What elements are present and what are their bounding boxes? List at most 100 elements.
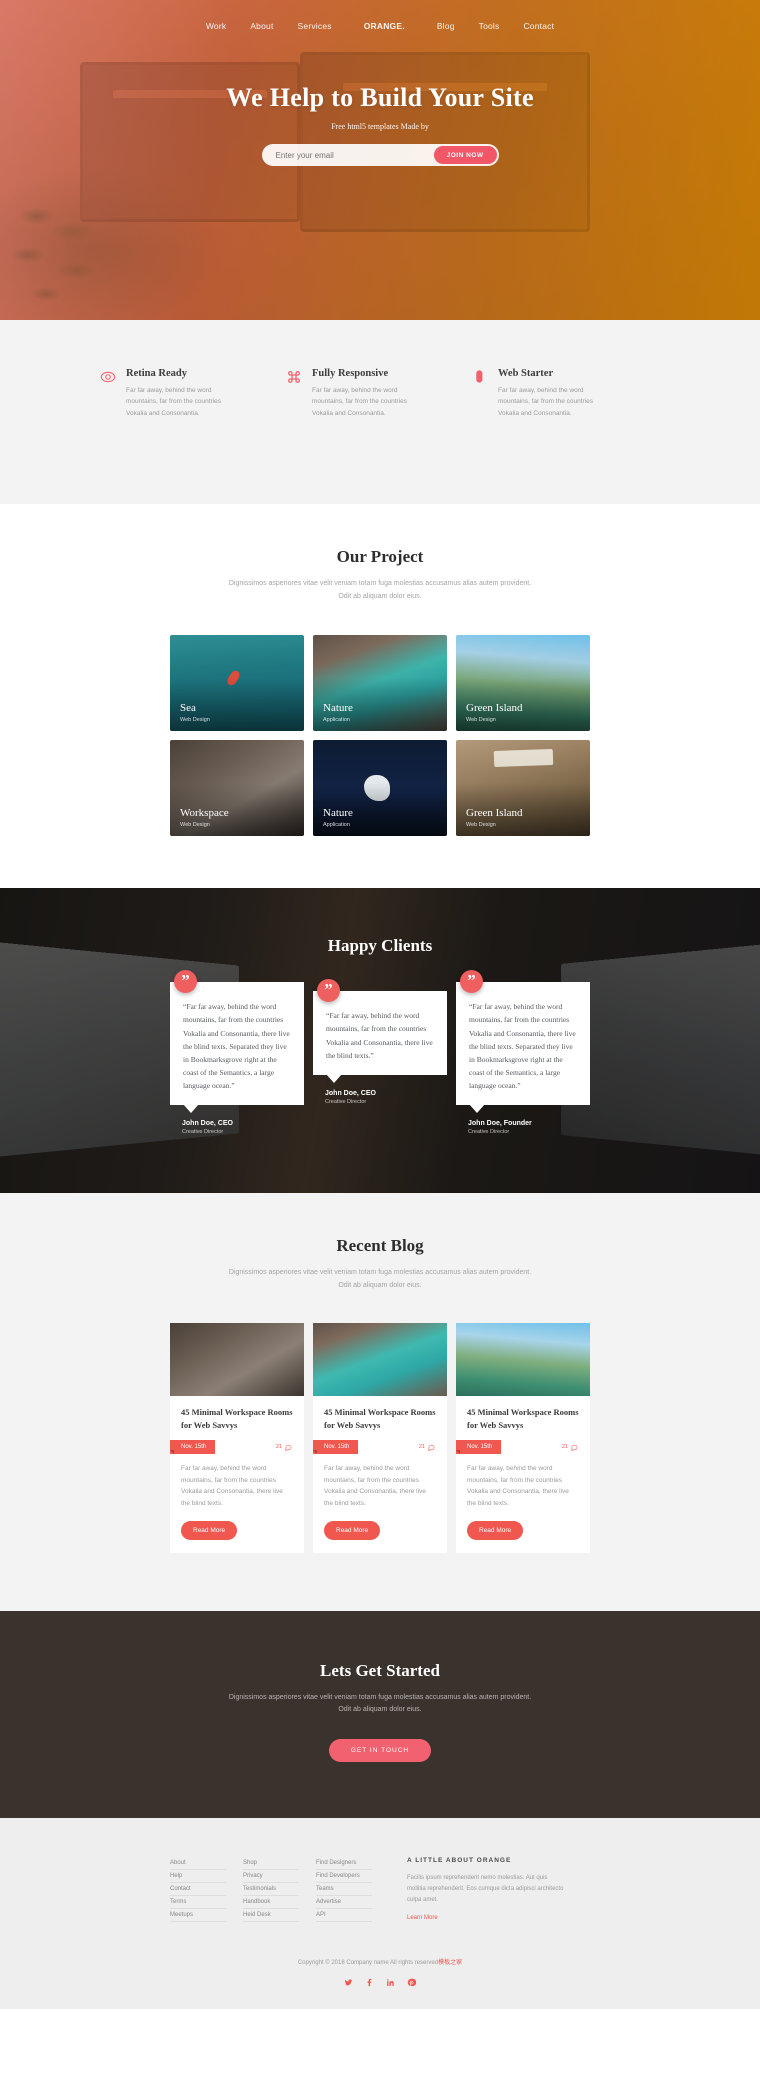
get-in-touch-button[interactable]: GET IN TOUCH xyxy=(329,1738,431,1762)
testimonial-card: “Far far away, behind the word mountains… xyxy=(170,982,304,1114)
project-title: Sea xyxy=(180,702,196,715)
projects-header: Our Project Dignissimos asperiores vitae… xyxy=(0,547,760,603)
footer-link[interactable]: Advertise xyxy=(316,1896,372,1909)
brand-logo[interactable]: ORANGE. xyxy=(364,21,405,31)
footer-link[interactable]: Meetups xyxy=(170,1909,226,1922)
blog-excerpt: Far far away, behind the word mountains,… xyxy=(324,1465,426,1508)
read-more-button[interactable]: Read More xyxy=(324,1520,381,1540)
blog-comment-count: 21 xyxy=(419,1444,436,1451)
comment-count-value: 21 xyxy=(561,1444,568,1450)
blog-card[interactable]: 45 Minimal Workspace Rooms for Web Savvy… xyxy=(313,1323,447,1553)
project-card[interactable]: Nature Application xyxy=(313,635,447,732)
read-more-button[interactable]: Read More xyxy=(467,1520,524,1540)
blog-section: Recent Blog Dignissimos asperiores vitae… xyxy=(0,1193,760,1611)
feature-retina-ready: Retina Ready Far far away, behind the wo… xyxy=(100,368,286,419)
footer-about-text: Facilis ipsum reprehenderit nemo molesti… xyxy=(407,1874,564,1904)
project-category: Web Design xyxy=(180,717,210,724)
blog-date-badge: Nov. 15th xyxy=(456,1440,502,1454)
footer-link[interactable]: Teams xyxy=(316,1883,372,1896)
footer-link[interactable]: API xyxy=(316,1909,372,1922)
eye-icon xyxy=(100,369,116,385)
testimonial-item: ” “Far far away, behind the word mountai… xyxy=(313,979,447,1105)
projects-section: Our Project Dignissimos asperiores vitae… xyxy=(0,504,760,889)
footer-link[interactable]: Find Developers xyxy=(316,1870,372,1883)
footer-link[interactable]: Privacy xyxy=(243,1870,299,1883)
features-row: Retina Ready Far far away, behind the wo… xyxy=(100,368,660,419)
blog-meta: Nov. 15th 21 xyxy=(313,1440,436,1454)
nav-link-services[interactable]: Services xyxy=(298,21,332,31)
footer-link[interactable]: Testimonials xyxy=(243,1883,299,1896)
pinterest-icon[interactable] xyxy=(407,1977,417,1987)
project-category: Application xyxy=(323,717,350,724)
hero-signup-form: JOIN NOW xyxy=(0,144,760,166)
testimonial-author: John Doe, Founder Creative Director xyxy=(468,1120,590,1135)
page-title: Our Project xyxy=(336,547,424,567)
nav-link-contact[interactable]: Contact xyxy=(523,21,554,31)
project-card[interactable]: Workspace Web Design xyxy=(170,740,304,837)
email-input[interactable] xyxy=(263,150,434,160)
author-role: Creative Director xyxy=(182,1129,224,1136)
linkedin-icon[interactable] xyxy=(386,1977,396,1987)
nav-link-about[interactable]: About xyxy=(250,21,273,31)
command-icon xyxy=(286,369,302,385)
twitter-icon[interactable] xyxy=(344,1977,354,1987)
blog-card[interactable]: 45 Minimal Workspace Rooms for Web Savvy… xyxy=(456,1323,590,1553)
testimonial-quote: “Far far away, behind the word mountains… xyxy=(183,1002,290,1091)
join-now-button[interactable]: JOIN NOW xyxy=(433,146,497,164)
footer-link[interactable]: Contact xyxy=(170,1883,226,1896)
hero-subtitle: Free html5 templates Made by xyxy=(331,122,429,131)
footer-link[interactable]: Handbook xyxy=(243,1896,299,1909)
author-name: John Doe, CEO xyxy=(325,1089,376,1097)
learn-more-link[interactable]: Learn More xyxy=(407,1915,438,1921)
project-card[interactable]: Sea Web Design xyxy=(170,635,304,732)
nav-link-tools[interactable]: Tools xyxy=(479,21,500,31)
main-navigation[interactable]: Work About Services ORANGE. Blog Tools C… xyxy=(0,0,760,31)
footer-link[interactable]: Find Designers xyxy=(316,1857,372,1870)
project-title: Green Island xyxy=(466,702,523,715)
blog-title: Recent Blog xyxy=(336,1236,424,1256)
project-caption: Nature Application xyxy=(323,807,353,828)
blog-description: Dignissimos asperiores vitae velit venia… xyxy=(228,1269,532,1289)
blog-date-badge: Nov. 15th xyxy=(170,1440,216,1454)
blog-date-badge: Nov. 15th xyxy=(313,1440,359,1454)
project-caption: Sea Web Design xyxy=(180,702,210,723)
footer-link[interactable]: Help xyxy=(170,1870,226,1883)
project-card[interactable]: Green Island Web Design xyxy=(456,740,590,837)
feature-title: Fully Responsive xyxy=(312,368,389,379)
testimonial-quote: “Far far away, behind the word mountains… xyxy=(469,1002,576,1091)
project-category: Application xyxy=(323,822,350,829)
facebook-icon[interactable] xyxy=(365,1977,375,1987)
comment-icon xyxy=(428,1444,435,1451)
read-more-button[interactable]: Read More xyxy=(181,1520,238,1540)
footer-link[interactable]: About xyxy=(170,1857,226,1870)
blog-thumbnail xyxy=(456,1323,590,1397)
project-caption: Nature Application xyxy=(323,702,353,723)
testimonials-row: ” “Far far away, behind the word mountai… xyxy=(170,970,590,1136)
feature-fully-responsive: Fully Responsive Far far away, behind th… xyxy=(286,368,472,419)
hero-section: Work About Services ORANGE. Blog Tools C… xyxy=(0,0,760,320)
testimonial-quote: “Far far away, behind the word mountains… xyxy=(326,1011,433,1060)
projects-grid: Sea Web Design Nature Application Green … xyxy=(170,635,590,837)
footer-link[interactable]: Shop xyxy=(243,1857,299,1870)
footer-column-2: Shop Privacy Testimonials Handbook Heid … xyxy=(243,1857,299,1924)
project-card[interactable]: Nature Application xyxy=(313,740,447,837)
project-category: Web Design xyxy=(466,717,496,724)
blog-comment-count: 21 xyxy=(276,1444,293,1451)
blog-grid: 45 Minimal Workspace Rooms for Web Savvy… xyxy=(170,1323,590,1553)
blog-card[interactable]: 45 Minimal Workspace Rooms for Web Savvy… xyxy=(170,1323,304,1553)
project-card[interactable]: Green Island Web Design xyxy=(456,635,590,732)
author-role: Creative Director xyxy=(325,1098,367,1105)
blog-excerpt: Far far away, behind the word mountains,… xyxy=(467,1465,569,1508)
project-caption: Green Island Web Design xyxy=(466,807,523,828)
nav-link-blog[interactable]: Blog xyxy=(437,21,455,31)
footer-link[interactable]: Heid Desk xyxy=(243,1909,299,1922)
footer-column-3: Find Designers Find Developers Teams Adv… xyxy=(316,1857,372,1924)
comment-icon xyxy=(285,1444,292,1451)
testimonial-item: ” “Far far away, behind the word mountai… xyxy=(456,970,590,1135)
nav-link-work[interactable]: Work xyxy=(206,21,226,31)
project-caption: Green Island Web Design xyxy=(466,702,523,723)
testimonials-section: Happy Clients ” “Far far away, behind th… xyxy=(0,888,760,1194)
footer-link[interactable]: Terms xyxy=(170,1896,226,1909)
footer-bottom: Copyright © 2018 Company name All rights… xyxy=(0,1957,760,2009)
copyright-link[interactable]: 模板之家 xyxy=(438,1960,462,1966)
